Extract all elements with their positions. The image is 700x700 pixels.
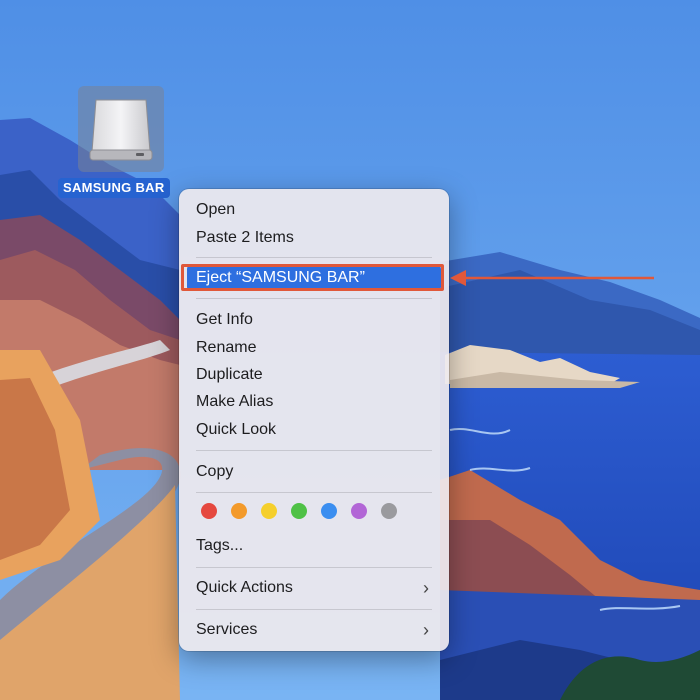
menu-item-rename[interactable]: Rename — [187, 335, 441, 361]
chevron-right-icon: › — [423, 620, 429, 640]
menu-item-make-alias[interactable]: Make Alias — [187, 389, 441, 415]
arrow-left-icon — [450, 270, 654, 286]
tag-dot-green[interactable] — [291, 503, 307, 519]
tag-dot-orange[interactable] — [231, 503, 247, 519]
context-menu: Open Paste 2 Items Eject “SAMSUNG BAR” G… — [179, 189, 449, 651]
menu-item-tags[interactable]: Tags... — [187, 533, 441, 559]
tag-color-row — [201, 503, 401, 521]
drive-label[interactable]: SAMSUNG BAR — [58, 178, 170, 198]
menu-item-services[interactable]: Services › — [187, 617, 441, 643]
menu-item-quick-actions[interactable]: Quick Actions › — [187, 575, 441, 601]
external-drive-icon[interactable] — [78, 86, 164, 172]
menu-separator — [196, 567, 432, 568]
menu-separator — [196, 450, 432, 451]
menu-item-paste-items[interactable]: Paste 2 Items — [187, 225, 441, 251]
tag-dot-yellow[interactable] — [261, 503, 277, 519]
tag-dot-red[interactable] — [201, 503, 217, 519]
menu-separator — [196, 298, 432, 299]
tag-dot-purple[interactable] — [351, 503, 367, 519]
menu-item-duplicate[interactable]: Duplicate — [187, 362, 441, 388]
menu-item-label: Quick Actions — [196, 579, 293, 596]
menu-separator — [196, 609, 432, 610]
tag-dot-blue[interactable] — [321, 503, 337, 519]
tag-dot-gray[interactable] — [381, 503, 397, 519]
annotation-highlight-box — [181, 264, 444, 291]
menu-item-label: Services — [196, 621, 258, 638]
menu-item-get-info[interactable]: Get Info — [187, 307, 441, 333]
menu-separator — [196, 492, 432, 493]
menu-separator — [196, 257, 432, 258]
chevron-right-icon: › — [423, 578, 429, 598]
menu-item-copy[interactable]: Copy — [187, 459, 441, 485]
menu-item-open[interactable]: Open — [187, 197, 441, 223]
menu-item-quick-look[interactable]: Quick Look — [187, 417, 441, 443]
